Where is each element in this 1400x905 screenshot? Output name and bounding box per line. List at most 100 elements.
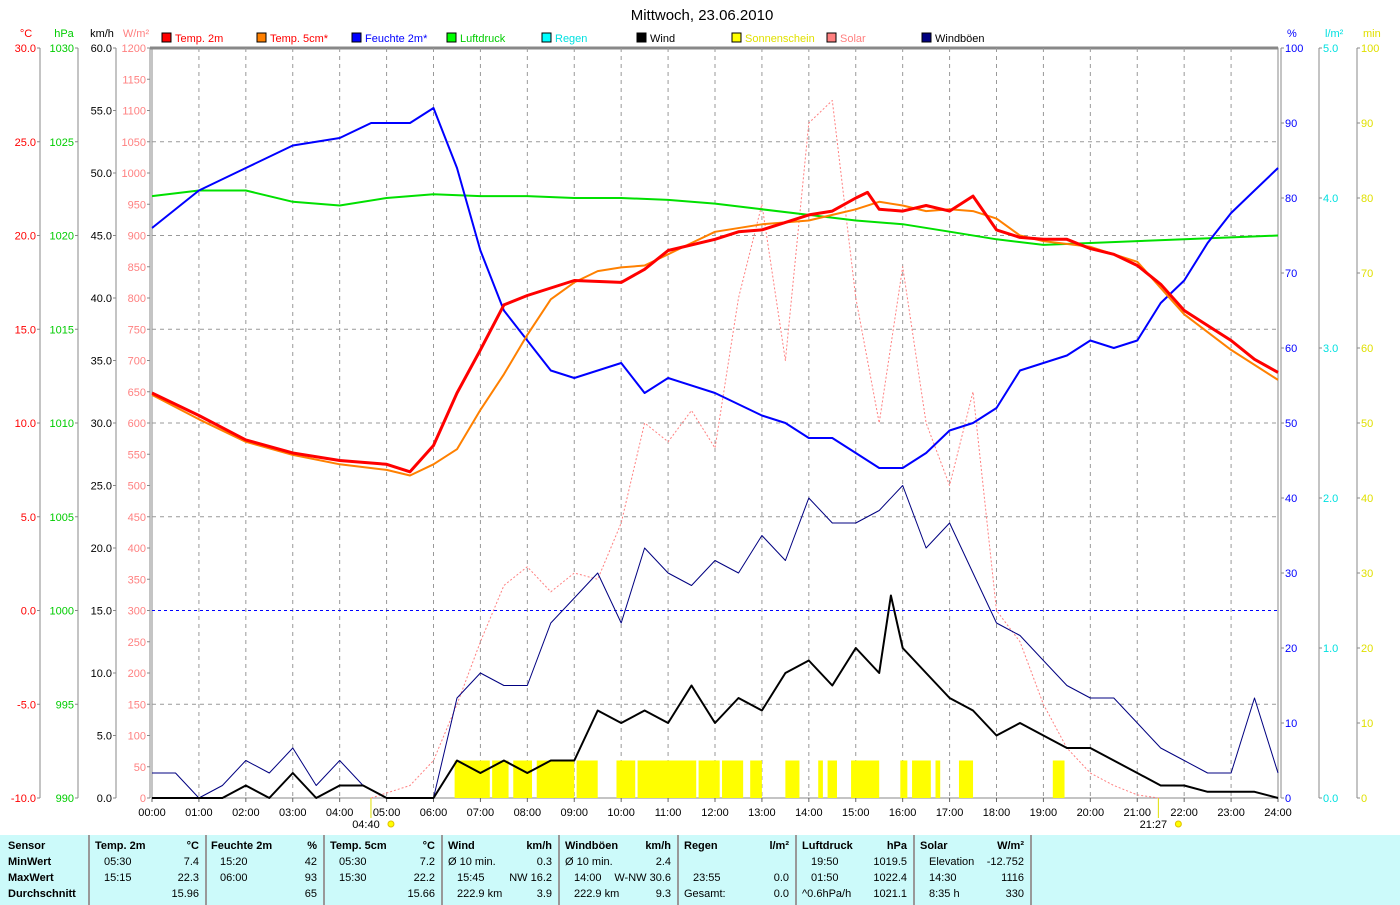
rain-tick-label: 1.0 [1323, 643, 1338, 655]
stats-value: NW 16.2 [509, 872, 552, 884]
humidity-tick-label: 60 [1285, 343, 1297, 355]
stats-col-wind: Wind km/h Ø 10 min. 0.3 15:45 NW 16.2 222.9 km… [443, 835, 560, 905]
x-tick-label: 16:00 [889, 807, 917, 819]
solar-tick-label: 300 [128, 606, 146, 618]
solar-tick-label: 400 [128, 543, 146, 555]
sunshine-tick-label: 10 [1361, 718, 1373, 730]
x-tick-label: 14:00 [795, 807, 823, 819]
legend-label: Windböen [935, 33, 985, 45]
stats-time: Elevation [929, 856, 975, 868]
stats-time: 8:35 h [929, 888, 960, 900]
x-tick-label: 17:00 [936, 807, 964, 819]
stats-unit: °C [186, 840, 199, 852]
solar-tick-label: 200 [128, 668, 146, 680]
stats-time: 05:30 [339, 856, 367, 868]
temp-tick-label: 0.0 [21, 606, 36, 618]
pressure-tick-label: 1010 [50, 418, 74, 430]
x-tick-label: 03:00 [279, 807, 307, 819]
humidity-axis-unit: % [1287, 28, 1297, 40]
sunshine-bar [851, 760, 880, 798]
stats-header: Regen [684, 840, 718, 852]
solar-tick-label: 800 [128, 293, 146, 305]
stats-unit: km/h [645, 840, 671, 852]
pressure-axis-unit: hPa [54, 28, 74, 40]
stats-value: 22.3 [177, 872, 199, 884]
legend-swatch [636, 32, 647, 43]
x-tick-label: 20:00 [1077, 807, 1105, 819]
sunshine-bar [912, 760, 931, 798]
wind-tick-label: 55.0 [91, 106, 112, 118]
sunrise-label: 04:40 [352, 819, 380, 831]
legend-swatch [446, 32, 457, 43]
pressure-tick-label: 1025 [50, 137, 74, 149]
sunshine-bar [637, 760, 697, 798]
wind-tick-label: 50.0 [91, 168, 112, 180]
solar-tick-label: 50 [134, 762, 146, 774]
weather-chart: Mittwoch, 23.06.2010 00:00 01:00 02:00 03:0… [11, 7, 1381, 831]
stats-value: 65 [304, 888, 317, 900]
temp-tick-label: 5.0 [21, 512, 36, 524]
chart-title: Mittwoch, 23.06.2010 [631, 7, 774, 24]
stats-value: 7.4 [183, 856, 199, 868]
stats-value: 330 [1005, 888, 1024, 900]
solar-tick-label: 650 [128, 387, 146, 399]
legend-label: Sonnenschein [745, 33, 815, 45]
legend: Temp. 2m Temp. 5cm* Feuchte 2m* Luftdruck Re… [161, 32, 985, 45]
x-tick-label: 09:00 [560, 807, 588, 819]
sunshine-bar [454, 760, 490, 798]
legend-swatch [161, 32, 172, 43]
stats-header: Luftdruck [802, 840, 853, 852]
stats-col-solar: Solar W/m² Elevation -12.752 14:30 1116 8:35 h… [915, 835, 1032, 905]
solar-tick-label: 950 [128, 199, 146, 211]
stats-col-sensor: Sensor MinWert MaxWert Durchschnitt [0, 835, 90, 905]
stats-value: 0.0 [773, 872, 789, 884]
sunshine-bar [750, 760, 762, 798]
solar-tick-label: 1200 [122, 43, 146, 55]
stats-unit: W/m² [997, 840, 1024, 852]
wind-tick-label: 15.0 [91, 606, 112, 618]
solar-tick-label: 600 [128, 418, 146, 430]
stats-time: 15:15 [104, 872, 132, 884]
sunshine-tick-label: 60 [1361, 343, 1373, 355]
stats-row-label: MinWert [8, 856, 52, 868]
legend-label: Temp. 5cm* [270, 33, 329, 45]
sunshine-tick-label: 30 [1361, 568, 1373, 580]
solar-tick-label: 250 [128, 637, 146, 649]
x-tick-label: 12:00 [701, 807, 729, 819]
humidity-tick-label: 10 [1285, 718, 1297, 730]
x-tick-label: 13:00 [748, 807, 776, 819]
stats-value: 0.3 [536, 856, 552, 868]
stats-value: 7.2 [419, 856, 435, 868]
stats-value: 1116 [1001, 872, 1024, 884]
stats-time: 222.9 km [457, 888, 503, 900]
grid [150, 46, 1279, 799]
solar-tick-label: 750 [128, 324, 146, 336]
sunshine-tick-label: 50 [1361, 418, 1373, 430]
x-tick-label: 04:00 [326, 807, 354, 819]
temp-tick-label: 20.0 [15, 231, 36, 243]
stats-row-label: Sensor [8, 840, 46, 852]
stats-time: 01:50 [811, 872, 839, 884]
stats-time: 06:00 [220, 872, 248, 884]
stats-row-label: Durchschnitt [8, 888, 76, 900]
stats-unit: hPa [886, 840, 907, 852]
sunrise-sun-icon [387, 820, 395, 828]
x-tick-label: 15:00 [842, 807, 870, 819]
rain-tick-label: 2.0 [1323, 493, 1338, 505]
wind-tick-label: 20.0 [91, 543, 112, 555]
stats-header: Windböen [565, 840, 619, 852]
temp-tick-label: 10.0 [15, 418, 36, 430]
legend-swatch [731, 32, 742, 43]
sunshine-bar [958, 760, 974, 798]
sunshine-axis-unit: min [1363, 28, 1381, 40]
sunshine-tick-label: 100 [1361, 43, 1379, 55]
sunshine-tick-label: 20 [1361, 643, 1373, 655]
sunshine-tick-label: 70 [1361, 268, 1373, 280]
wind-tick-label: 25.0 [91, 481, 112, 493]
stats-time: 05:30 [104, 856, 132, 868]
humidity-tick-label: 100 [1285, 43, 1303, 55]
solar-axis-unit: W/m² [123, 28, 150, 40]
wind-tick-label: 30.0 [91, 418, 112, 430]
solar-tick-label: 900 [128, 231, 146, 243]
stats-time: 14:30 [929, 872, 957, 884]
